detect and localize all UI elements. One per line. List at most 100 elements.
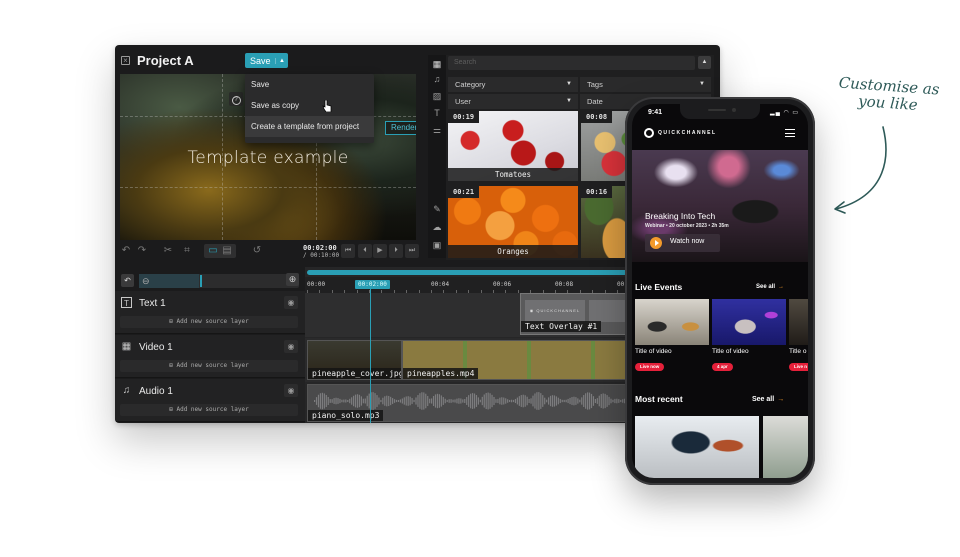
waveform-bar <box>575 397 577 405</box>
live-event-card[interactable]: Title of video 4 apr <box>712 299 786 373</box>
cut-icon[interactable]: ✂ <box>162 245 174 257</box>
waveform-bar <box>544 397 546 405</box>
timeline-ruler[interactable]: 00:0000:0200:0400:0600:0800:10 <box>305 277 635 293</box>
tags-filter[interactable]: Tags ▼ <box>580 77 711 92</box>
waveform-bar <box>444 398 446 404</box>
visibility-eye-icon[interactable]: ◉ <box>284 296 298 309</box>
playhead-time[interactable]: 00:02:00 <box>355 280 390 289</box>
see-all-live-link[interactable]: See all → <box>756 284 784 290</box>
audio-waveform <box>314 392 626 410</box>
waveform-bar <box>349 398 351 404</box>
waveform-bar <box>471 393 474 409</box>
waveform-bar <box>509 399 511 403</box>
waveform-bar <box>446 399 448 403</box>
waveform-bar <box>489 393 491 409</box>
track-header-text: T Text 1 ◉ ⊞ Add new source layer <box>115 291 305 334</box>
save-menu-caret-icon[interactable]: ▲ <box>275 57 288 64</box>
step-forward-icon[interactable]: ⏵ <box>389 244 403 258</box>
media-item[interactable]: 00:19 Tomatoes <box>448 111 578 181</box>
timeline-scrollbar[interactable] <box>307 270 627 275</box>
add-source-layer-button[interactable]: ⊞ Add new source layer <box>120 316 298 328</box>
video-clip[interactable]: pineapples.mp4 <box>402 340 627 380</box>
text-overlay-clip[interactable]: ◉ QUICKCHANNEL Text Overlay #1 <box>520 293 630 335</box>
timeline-zoom-slider[interactable]: ⊖ <box>139 274 299 288</box>
media-item[interactable]: 00:21 Oranges <box>448 186 578 258</box>
hamburger-menu-icon[interactable] <box>785 129 795 137</box>
ruler-tick-label: 00:00 <box>307 281 326 288</box>
grid-mode-icon[interactable]: ▤ <box>221 245 233 257</box>
category-filter[interactable]: Category ▼ <box>448 77 578 92</box>
waveform-bar <box>561 399 563 403</box>
brand-logo[interactable]: QUICKCHANNEL <box>644 128 717 138</box>
card-thumbnail <box>789 299 808 345</box>
adjustments-icon[interactable]: ⚌ <box>431 124 443 136</box>
curved-arrow-icon <box>834 126 887 214</box>
skip-end-icon[interactable]: ⏭ <box>405 244 419 258</box>
waveform-bar <box>421 392 423 410</box>
music-library-icon[interactable]: ♫ <box>431 73 443 85</box>
watch-now-button[interactable]: Watch now <box>645 234 720 252</box>
waveform-bar <box>419 393 421 409</box>
audio-clip[interactable]: piano_solo.mp3 <box>307 384 627 422</box>
video-clip[interactable]: pineapple_cover.jpg <box>307 340 402 380</box>
user-filter[interactable]: User ▼ <box>448 94 578 109</box>
step-back-icon[interactable]: ⏴ <box>358 244 372 258</box>
image-library-icon[interactable]: ▨ <box>431 90 443 102</box>
menu-item-save-as-copy[interactable]: Save as copy <box>245 95 374 116</box>
text-library-icon[interactable]: T <box>431 107 443 119</box>
waveform-bar <box>536 392 538 410</box>
recent-video-thumbnail[interactable] <box>763 416 808 478</box>
zoom-slider-handle[interactable] <box>200 275 202 287</box>
media-duration: 00:08 <box>581 111 613 123</box>
collapse-filters-icon[interactable]: ▲ <box>698 56 711 69</box>
menu-item-save[interactable]: Save <box>245 74 374 95</box>
timeline-toolbar: ↶ ⊖ <box>115 271 305 291</box>
crop-icon[interactable]: ⌗ <box>181 245 193 257</box>
zoom-in-icon[interactable]: ⊕ <box>286 273 299 286</box>
loop-icon[interactable]: ↺ <box>251 245 263 257</box>
add-source-layer-button[interactable]: ⊞ Add new source layer <box>120 360 298 372</box>
redo-icon[interactable]: ↷ <box>136 245 148 257</box>
waveform-bar <box>333 398 335 404</box>
video-library-icon[interactable]: ▦ <box>431 58 443 70</box>
clip-thumbnail <box>589 300 629 322</box>
play-icon[interactable]: ▶ <box>373 244 387 258</box>
waveform-bar <box>425 393 427 409</box>
timeline-undo-icon[interactable]: ↶ <box>121 274 134 287</box>
playhead-line[interactable] <box>370 289 371 423</box>
waveform-bar <box>347 399 349 403</box>
waveform-bar <box>343 399 345 403</box>
save-button-label[interactable]: Save <box>245 56 275 66</box>
live-event-card[interactable]: Title o Live n <box>789 299 808 373</box>
help-icon[interactable]: ? <box>229 92 243 106</box>
preview-text-overlay[interactable]: Template example <box>120 148 416 168</box>
zoom-out-icon[interactable]: ⊖ <box>142 274 150 288</box>
waveform-bar <box>448 399 450 403</box>
date-filter-label: Date <box>587 97 603 106</box>
undo-icon[interactable]: ↶ <box>120 245 132 257</box>
waveform-bar <box>399 399 401 403</box>
live-event-card[interactable]: Title of video Live now <box>635 299 709 373</box>
see-all-recent-link[interactable]: See all → <box>752 396 784 403</box>
preview-mode-icon[interactable]: ▭ <box>207 245 219 257</box>
visibility-eye-icon[interactable]: ◉ <box>284 384 298 397</box>
hero-banner[interactable]: Breaking Into Tech Webinar • 20 october … <box>632 150 808 262</box>
waveform-bar <box>530 398 532 404</box>
waveform-bar <box>499 397 501 405</box>
recent-video-thumbnail[interactable] <box>635 416 759 478</box>
audio-lane: piano_solo.mp3 <box>305 383 630 423</box>
visibility-eye-icon[interactable]: ◉ <box>284 340 298 353</box>
close-project-icon[interactable]: × <box>121 56 130 65</box>
waveform-bar <box>339 398 341 404</box>
hand-cursor-icon <box>322 100 332 112</box>
annotation-text: Customise as you like <box>825 74 952 117</box>
brush-icon[interactable]: ✎ <box>431 203 443 215</box>
add-source-layer-button[interactable]: ⊞ Add new source layer <box>120 404 298 416</box>
render-button[interactable]: Render <box>385 121 416 135</box>
save-button[interactable]: Save ▲ <box>245 53 288 68</box>
subtitles-icon[interactable]: ▣ <box>431 239 443 251</box>
cloud-upload-icon[interactable]: ☁ <box>431 221 443 233</box>
menu-item-create-template[interactable]: Create a template from project <box>245 116 374 137</box>
media-search-input[interactable]: Search <box>448 56 695 70</box>
skip-start-icon[interactable]: ⏮ <box>341 244 355 258</box>
